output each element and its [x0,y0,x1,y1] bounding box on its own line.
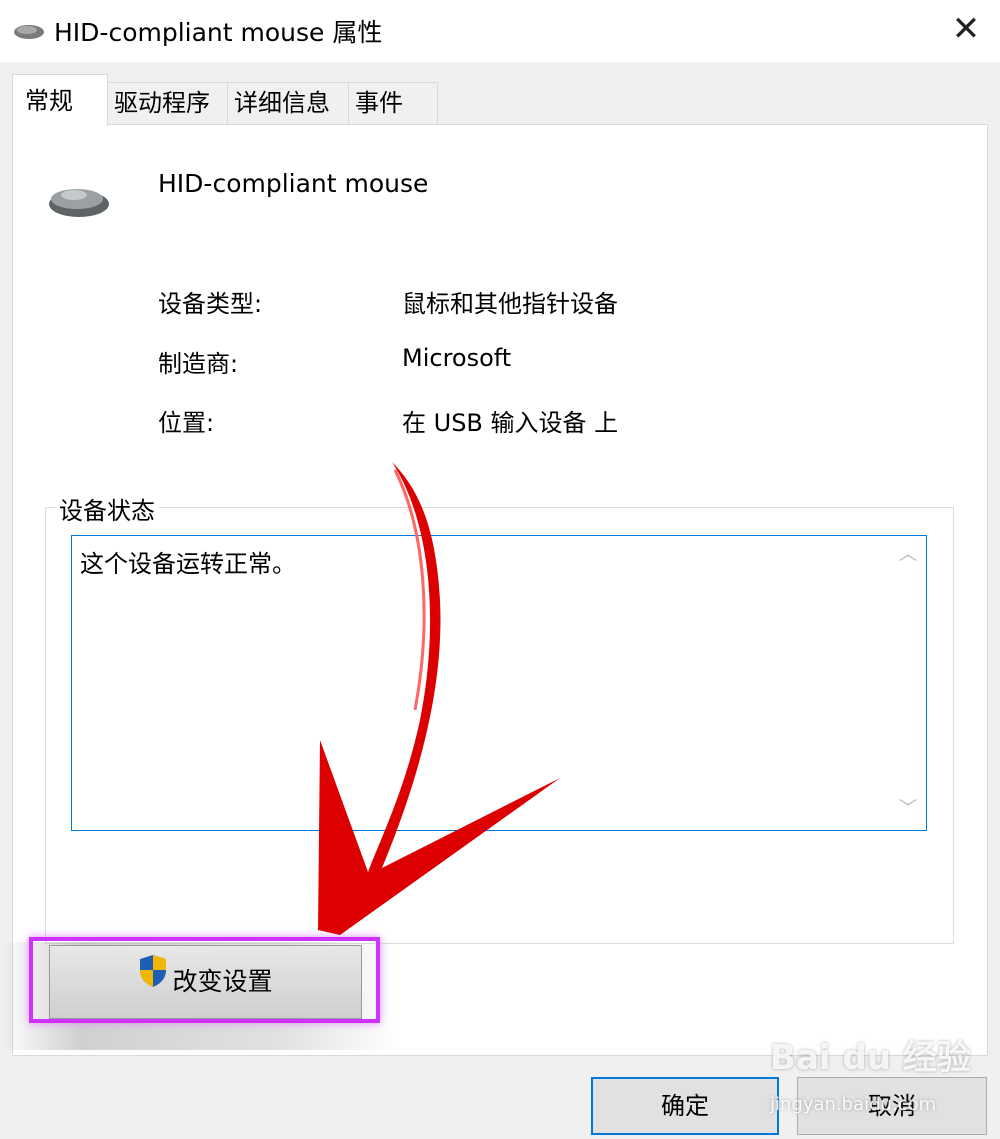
scroll-up-button[interactable]: ︿ [893,540,923,570]
chevron-up-icon: ︿ [899,544,917,565]
device-type-label: 设备类型: [158,290,263,318]
tab-events[interactable]: 事件 [348,82,438,124]
device-status-textbox[interactable]: 这个设备运转正常。 ︿ ﹀ [71,535,927,831]
tab-label: 详细信息 [234,89,330,117]
tab-general[interactable]: 常规 [12,74,108,126]
device-status-text: 这个设备运转正常。 [80,550,296,578]
device-type-value: 鼠标和其他指针设备 [402,290,618,318]
manufacturer-value: Microsoft [402,344,512,372]
location-label: 位置: [158,409,215,437]
manufacturer-label: 制造商: [158,350,239,378]
mouse-icon [12,22,46,46]
highlight-frame [29,937,380,1023]
ok-label: 确定 [661,1092,709,1120]
device-name: HID-compliant mouse [158,169,429,198]
tab-label: 事件 [355,89,403,117]
location-value: 在 USB 输入设备 上 [402,409,619,437]
window-title: HID-compliant mouse 属性 [54,18,383,47]
tab-details[interactable]: 详细信息 [227,82,349,124]
device-status-label: 设备状态 [55,491,159,526]
close-button[interactable]: ✕ [940,8,992,52]
tab-label: 常规 [25,87,73,115]
chevron-down-icon: ﹀ [899,798,917,819]
watermark-logo: Bai du 经验 [770,1038,971,1078]
title-bar: HID-compliant mouse 属性 ✕ [0,0,1000,62]
tab-driver[interactable]: 驱动程序 [107,82,228,124]
tab-label: 驱动程序 [114,89,210,117]
watermark-url: jingyan.baidu.com [770,1094,937,1115]
mouse-icon [46,180,110,224]
ok-button[interactable]: 确定 [591,1077,779,1135]
close-icon: ✕ [951,9,981,49]
scroll-down-button[interactable]: ﹀ [893,794,923,824]
